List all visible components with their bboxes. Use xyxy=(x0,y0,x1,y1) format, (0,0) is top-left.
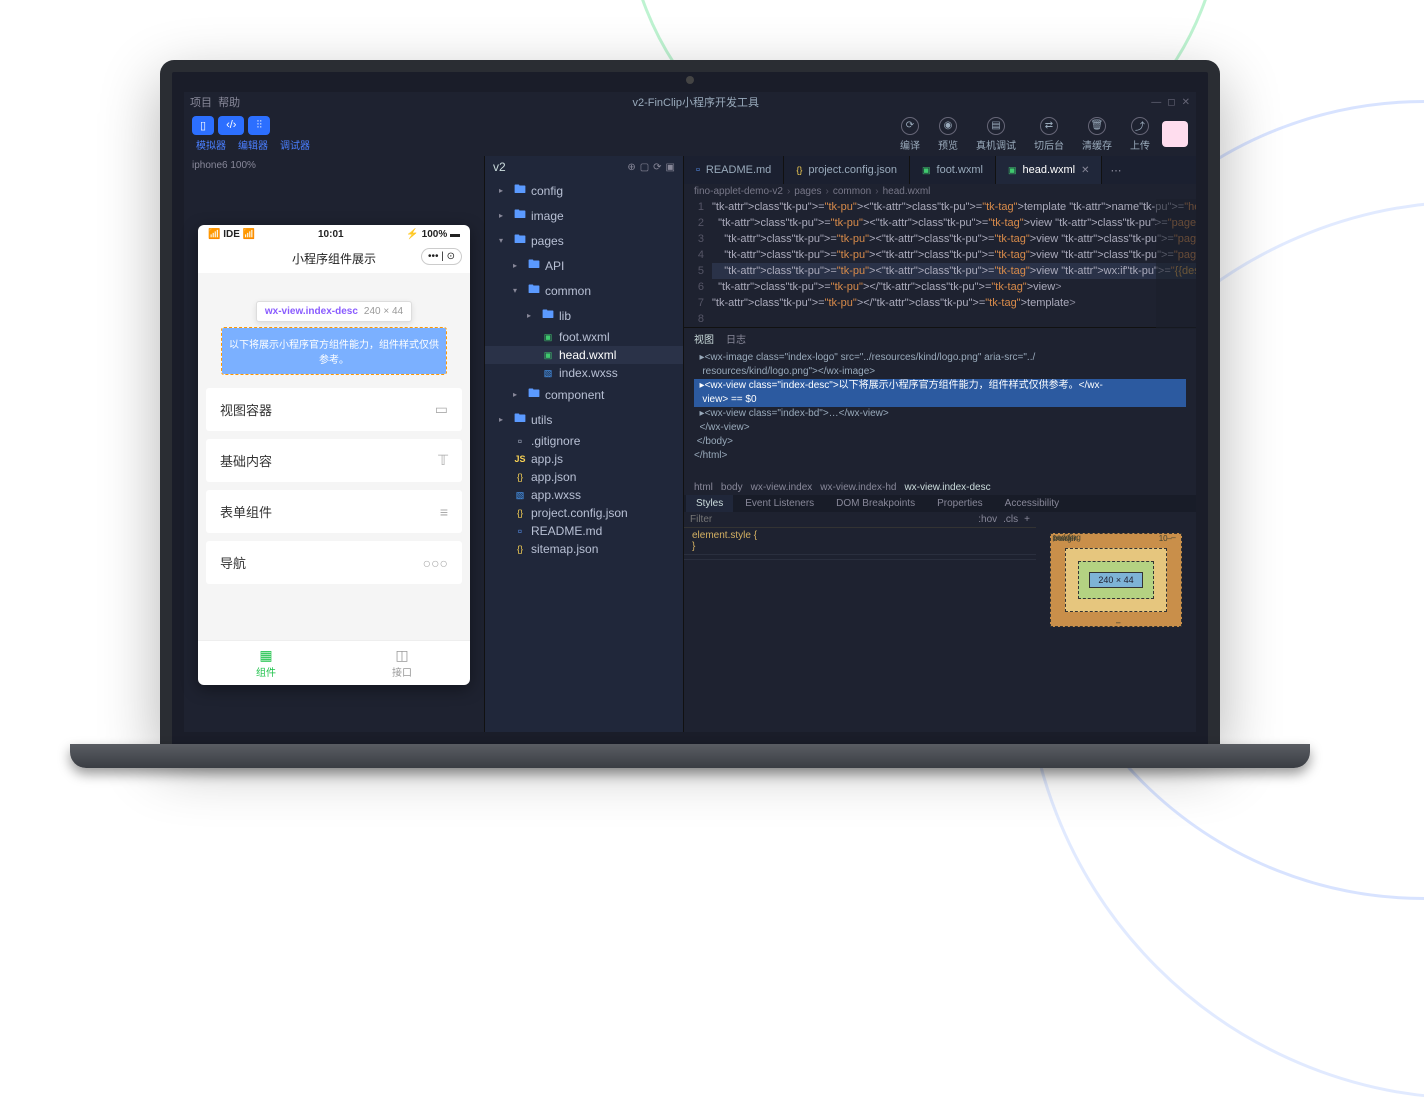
preview-button[interactable]: ◉预览 xyxy=(938,117,958,152)
styles-subtab[interactable]: DOM Breakpoints xyxy=(826,495,925,512)
clear-cache-button[interactable]: 🗑清缓存 xyxy=(1082,117,1112,152)
menubar: 项目 帮助 v2-FinClip小程序开发工具 — ◻ ✕ xyxy=(184,92,1196,112)
styles-subtab[interactable]: Accessibility xyxy=(995,495,1069,512)
tree-row[interactable]: ▸🖿component xyxy=(485,382,683,407)
hov-toggle[interactable]: :hov xyxy=(978,514,997,525)
tree-row[interactable]: ▸🖿image xyxy=(485,203,683,228)
minimize-icon[interactable]: — xyxy=(1151,97,1161,108)
phone-statusbar: 📶 IDE 📶 10:01 ⚡ 100% ▬ xyxy=(198,225,470,244)
styles-tabs: StylesEvent ListenersDOM BreakpointsProp… xyxy=(684,495,1196,512)
tab-overflow-icon[interactable]: ⋯ xyxy=(1102,156,1129,184)
upload-button[interactable]: ⤴上传 xyxy=(1130,117,1150,152)
inspect-tooltip: wx-view.index-desc 240 × 44 xyxy=(256,301,412,322)
file-tree[interactable]: ▸🖿config▸🖿image▾🖿pages▸🖿API▾🖿common▸🖿lib… xyxy=(485,178,683,732)
editor-tab[interactable]: ▣foot.wxml xyxy=(910,156,996,184)
elements-breadcrumb[interactable]: htmlbodywx-view.indexwx-view.index-hdwx-… xyxy=(684,480,1196,495)
refresh-icon[interactable]: ⟳ xyxy=(653,162,661,173)
tree-row[interactable]: ▣foot.wxml xyxy=(485,328,683,346)
add-rule-icon[interactable]: + xyxy=(1024,514,1030,525)
phone-preview[interactable]: 📶 IDE 📶 10:01 ⚡ 100% ▬ 小程序组件展示 ••• | ⊙ w… xyxy=(198,225,470,685)
tab-component[interactable]: ▦组件 xyxy=(198,641,334,685)
devtools-panel: 视图 日志 ▸<wx-image class="index-logo" src=… xyxy=(684,327,1196,647)
phone-tabbar: ▦组件 ◫接口 xyxy=(198,640,470,685)
breadcrumb[interactable]: fino-applet-demo-v2›pages›common›head.wx… xyxy=(684,184,1196,199)
tree-row[interactable]: ▾🖿common xyxy=(485,278,683,303)
tree-row[interactable]: {}app.json xyxy=(485,468,683,486)
tree-row[interactable]: ▸🖿config xyxy=(485,178,683,203)
tree-row[interactable]: ▸🖿API xyxy=(485,253,683,278)
device-info: iphone6 100% xyxy=(184,156,484,175)
tree-row[interactable]: ▸🖿utils xyxy=(485,407,683,432)
tree-row[interactable]: JSapp.js xyxy=(485,450,683,468)
avatar[interactable] xyxy=(1162,121,1188,147)
list-item[interactable]: 基础内容𝕋 xyxy=(206,439,462,482)
explorer-panel: v2 ⊕ ▢ ⟳ ▣ ▸🖿config▸🖿image▾🖿pages▸🖿API▾🖿… xyxy=(484,156,684,732)
tree-row[interactable]: ▧app.wxss xyxy=(485,486,683,504)
code-editor[interactable]: 12345678 "tk-attr">class"tk-pu">="tk-pu"… xyxy=(684,199,1196,327)
editor-tab[interactable]: {}project.config.json xyxy=(784,156,910,184)
styles-subtab[interactable]: Properties xyxy=(927,495,993,512)
debugger-label: 调试器 xyxy=(276,137,314,152)
remote-debug-button[interactable]: ▤真机调试 xyxy=(976,117,1016,152)
background-button[interactable]: ⇄切后台 xyxy=(1034,117,1064,152)
explorer-root[interactable]: v2 xyxy=(493,160,506,174)
tree-row[interactable]: ▫README.md xyxy=(485,522,683,540)
close-icon[interactable]: ✕ xyxy=(1182,97,1190,108)
styles-pane[interactable]: :hov .cls + element.style {}</span><div … xyxy=(684,512,1036,647)
compile-button[interactable]: ⟳编译 xyxy=(900,117,920,152)
tree-row[interactable]: {}project.config.json xyxy=(485,504,683,522)
simulator-label: 模拟器 xyxy=(192,137,230,152)
simulator-panel: iphone6 100% 📶 IDE 📶 10:01 ⚡ 100% ▬ 小程序组… xyxy=(184,156,484,732)
ide-window: 项目 帮助 v2-FinClip小程序开发工具 — ◻ ✕ ▯ ‹/› ⫶⫶ xyxy=(184,92,1196,732)
list-item[interactable]: 视图容器▭ xyxy=(206,388,462,431)
new-folder-icon[interactable]: ▢ xyxy=(640,162,649,173)
window-title: v2-FinClip小程序开发工具 xyxy=(240,94,1151,110)
elements-tree[interactable]: ▸<wx-image class="index-logo" src="../re… xyxy=(684,349,1196,480)
tree-row[interactable]: ▧index.wxss xyxy=(485,364,683,382)
close-tab-icon[interactable]: ✕ xyxy=(1081,165,1089,176)
devtools-tab-view[interactable]: 视图 xyxy=(694,331,714,346)
tree-row[interactable]: ▫.gitignore xyxy=(485,432,683,450)
styles-subtab[interactable]: Event Listeners xyxy=(735,495,824,512)
maximize-icon[interactable]: ◻ xyxy=(1167,97,1175,108)
tab-api[interactable]: ◫接口 xyxy=(334,641,470,685)
box-model: margin 10 border – padding – xyxy=(1036,512,1196,647)
simulator-toggle[interactable]: ▯ xyxy=(192,116,214,135)
debugger-toggle[interactable]: ⫶⫶ xyxy=(248,116,270,135)
editor-tab[interactable]: ▫README.md xyxy=(684,156,784,184)
editor-label: 编辑器 xyxy=(234,137,272,152)
new-file-icon[interactable]: ⊕ xyxy=(627,162,635,173)
styles-subtab[interactable]: Styles xyxy=(686,495,733,512)
devtools-tab-log[interactable]: 日志 xyxy=(726,331,746,346)
editor-tab[interactable]: ▣head.wxml✕ xyxy=(996,156,1102,184)
editor-toggle[interactable]: ‹/› xyxy=(218,116,244,135)
list-item[interactable]: 导航○○○ xyxy=(206,541,462,584)
editor-panel: ▫README.md{}project.config.json▣foot.wxm… xyxy=(684,156,1196,732)
editor-tabs: ▫README.md{}project.config.json▣foot.wxm… xyxy=(684,156,1196,184)
menu-help[interactable]: 帮助 xyxy=(218,94,240,110)
page-title: 小程序组件展示 ••• | ⊙ xyxy=(198,244,470,273)
menu-project[interactable]: 项目 xyxy=(190,94,212,110)
tree-row[interactable]: {}sitemap.json xyxy=(485,540,683,558)
toolbar: ▯ ‹/› ⫶⫶ 模拟器 编辑器 调试器 ⟳编译 ◉预览 ▤真机调试 ⇄切后台 … xyxy=(184,112,1196,156)
collapse-icon[interactable]: ▣ xyxy=(666,162,675,173)
tree-row[interactable]: ▾🖿pages xyxy=(485,228,683,253)
list-item[interactable]: 表单组件≡ xyxy=(206,490,462,533)
minimap[interactable] xyxy=(1156,199,1196,329)
index-desc[interactable]: 以下将展示小程序官方组件能力，组件样式仅供参考。 xyxy=(222,328,446,374)
cls-toggle[interactable]: .cls xyxy=(1003,514,1018,525)
tree-row[interactable]: ▣head.wxml xyxy=(485,346,683,364)
laptop-mockup: 项目 帮助 v2-FinClip小程序开发工具 — ◻ ✕ ▯ ‹/› ⫶⫶ xyxy=(160,60,1220,768)
styles-filter-input[interactable] xyxy=(690,514,972,525)
capsule-button[interactable]: ••• | ⊙ xyxy=(421,248,462,265)
tree-row[interactable]: ▸🖿lib xyxy=(485,303,683,328)
